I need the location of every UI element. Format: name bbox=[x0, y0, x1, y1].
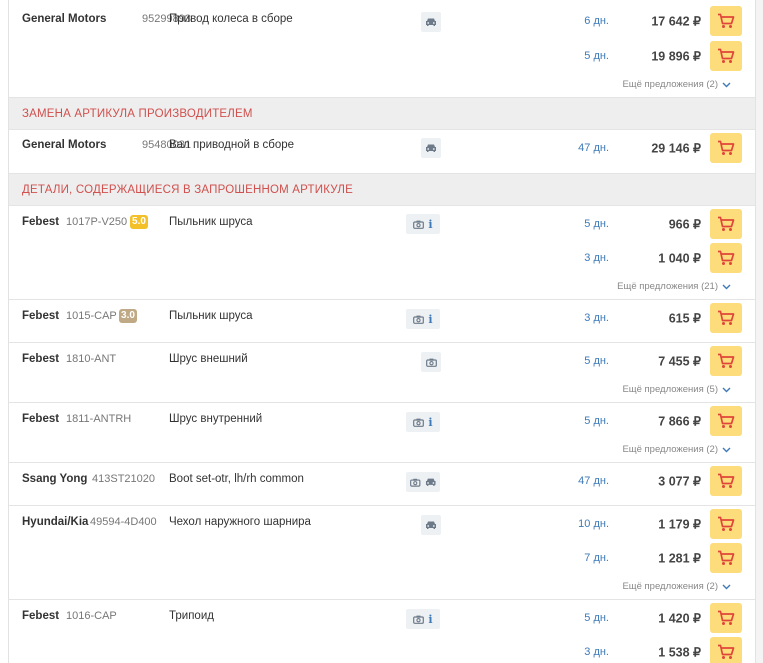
delivery-days: 3 дн. bbox=[584, 252, 609, 264]
offer-row: 5 дн. 1 420 ₽ bbox=[9, 601, 755, 635]
price: 7 866 ₽ bbox=[658, 414, 701, 429]
cart-icon bbox=[718, 473, 735, 488]
more-offers-link[interactable]: Ещё предложения (2) bbox=[622, 79, 731, 90]
more-offers-label: Ещё предложения (2) bbox=[622, 444, 718, 455]
cart-icon bbox=[718, 550, 735, 565]
table-row: Febest 1811-ANTRH Шрус внутренний i 5 дн… bbox=[9, 403, 755, 463]
delivery-days: 47 дн. bbox=[578, 475, 609, 487]
delivery-days: 6 дн. bbox=[584, 15, 609, 27]
delivery-days: 5 дн. bbox=[584, 218, 609, 230]
add-to-cart-button[interactable] bbox=[710, 209, 742, 239]
results-table: General Motors 95299893 Привод колеса в … bbox=[8, 0, 756, 663]
add-to-cart-button[interactable] bbox=[710, 346, 742, 376]
more-offers-link[interactable]: Ещё предложения (2) bbox=[622, 444, 731, 455]
offer-row: 6 дн. 17 642 ₽ bbox=[9, 4, 755, 38]
cart-icon bbox=[718, 250, 735, 265]
offer-row: 5 дн. 7 866 ₽ bbox=[9, 404, 755, 438]
offer-row: 3 дн. 1 538 ₽ bbox=[9, 635, 755, 663]
offer-row: 3 дн. 615 ₽ bbox=[9, 301, 755, 335]
cart-icon bbox=[718, 516, 735, 531]
add-to-cart-button[interactable] bbox=[710, 603, 742, 633]
table-row: Febest 1810-ANT Шрус внешний 5 дн. 7 455… bbox=[9, 343, 755, 403]
add-to-cart-button[interactable] bbox=[710, 637, 742, 663]
add-to-cart-button[interactable] bbox=[710, 509, 742, 539]
table-row: Febest 1016-CAP Трипоид i 5 дн. 1 420 ₽ … bbox=[9, 600, 755, 663]
add-to-cart-button[interactable] bbox=[710, 466, 742, 496]
price: 17 642 ₽ bbox=[651, 14, 701, 29]
delivery-days: 5 дн. bbox=[584, 355, 609, 367]
delivery-days: 3 дн. bbox=[584, 646, 609, 658]
table-row: Febest 1015-CAP 3.0 Пыльник шруса i 3 дн… bbox=[9, 300, 755, 343]
more-offers-link[interactable]: Ещё предложения (21) bbox=[617, 281, 731, 292]
cart-icon bbox=[718, 413, 735, 428]
chevron-down-icon bbox=[722, 284, 731, 289]
price: 966 ₽ bbox=[668, 217, 701, 232]
delivery-days: 5 дн. bbox=[584, 50, 609, 62]
chevron-down-icon bbox=[722, 447, 731, 452]
table-row: General Motors 95480031 Вал приводной в … bbox=[9, 130, 755, 174]
section-title: ДЕТАЛИ, СОДЕРЖАЩИЕСЯ В ЗАПРОШЕННОМ АРТИК… bbox=[22, 183, 353, 196]
table-row: Hyundai/Kia 49594-4D400 Чехол наружного … bbox=[9, 506, 755, 600]
more-offers-label: Ещё предложения (5) bbox=[622, 384, 718, 395]
cart-icon bbox=[718, 610, 735, 625]
delivery-days: 5 дн. bbox=[584, 415, 609, 427]
delivery-days: 5 дн. bbox=[584, 612, 609, 624]
table-row: Febest 1017P-V250 5.0 Пыльник шруса i 5 … bbox=[9, 206, 755, 300]
price: 19 896 ₽ bbox=[651, 49, 701, 64]
price: 615 ₽ bbox=[668, 311, 701, 326]
cart-icon bbox=[718, 353, 735, 368]
delivery-days: 3 дн. bbox=[584, 312, 609, 324]
price: 1 179 ₽ bbox=[658, 517, 701, 532]
table-row: Ssang Yong 413ST21020 Boot set-otr, lh/r… bbox=[9, 463, 755, 506]
section-header-replacement: ЗАМЕНА АРТИКУЛА ПРОИЗВОДИТЕЛЕМ bbox=[9, 98, 755, 130]
offer-row: 5 дн. 7 455 ₽ bbox=[9, 344, 755, 378]
add-to-cart-button[interactable] bbox=[710, 6, 742, 36]
more-offers-label: Ещё предложения (2) bbox=[622, 581, 718, 592]
price: 3 077 ₽ bbox=[658, 474, 701, 489]
chevron-down-icon bbox=[722, 82, 731, 87]
delivery-days: 7 дн. bbox=[584, 552, 609, 564]
offer-row: 47 дн. 3 077 ₽ bbox=[9, 464, 755, 498]
page-scrollbar[interactable] bbox=[756, 0, 763, 663]
add-to-cart-button[interactable] bbox=[710, 243, 742, 273]
offer-row: 5 дн. 966 ₽ bbox=[9, 207, 755, 241]
price: 1 040 ₽ bbox=[658, 251, 701, 266]
cart-icon bbox=[718, 140, 735, 155]
cart-icon bbox=[718, 216, 735, 231]
price: 1 420 ₽ bbox=[658, 611, 701, 626]
price: 7 455 ₽ bbox=[658, 354, 701, 369]
offer-row: 10 дн. 1 179 ₽ bbox=[9, 507, 755, 541]
price: 29 146 ₽ bbox=[651, 141, 701, 156]
offer-row: 47 дн. 29 146 ₽ bbox=[9, 131, 755, 165]
delivery-days: 47 дн. bbox=[578, 142, 609, 154]
offer-row: 3 дн. 1 040 ₽ bbox=[9, 241, 755, 275]
chevron-down-icon bbox=[722, 584, 731, 589]
delivery-days: 10 дн. bbox=[578, 518, 609, 530]
add-to-cart-button[interactable] bbox=[710, 543, 742, 573]
more-offers-link[interactable]: Ещё предложения (2) bbox=[622, 581, 731, 592]
more-offers-label: Ещё предложения (21) bbox=[617, 281, 718, 292]
table-row: General Motors 95299893 Привод колеса в … bbox=[9, 0, 755, 98]
add-to-cart-button[interactable] bbox=[710, 41, 742, 71]
price: 1 281 ₽ bbox=[658, 551, 701, 566]
cart-icon bbox=[718, 48, 735, 63]
more-offers-label: Ещё предложения (2) bbox=[622, 79, 718, 90]
section-header-contained-parts: ДЕТАЛИ, СОДЕРЖАЩИЕСЯ В ЗАПРОШЕННОМ АРТИК… bbox=[9, 174, 755, 206]
cart-icon bbox=[718, 13, 735, 28]
section-title: ЗАМЕНА АРТИКУЛА ПРОИЗВОДИТЕЛЕМ bbox=[22, 107, 253, 120]
more-offers-link[interactable]: Ещё предложения (5) bbox=[622, 384, 731, 395]
offer-row: 5 дн. 19 896 ₽ bbox=[9, 39, 755, 73]
cart-icon bbox=[718, 644, 735, 659]
chevron-down-icon bbox=[722, 387, 731, 392]
price: 1 538 ₽ bbox=[658, 645, 701, 660]
add-to-cart-button[interactable] bbox=[710, 133, 742, 163]
add-to-cart-button[interactable] bbox=[710, 406, 742, 436]
add-to-cart-button[interactable] bbox=[710, 303, 742, 333]
cart-icon bbox=[718, 310, 735, 325]
offer-row: 7 дн. 1 281 ₽ bbox=[9, 541, 755, 575]
